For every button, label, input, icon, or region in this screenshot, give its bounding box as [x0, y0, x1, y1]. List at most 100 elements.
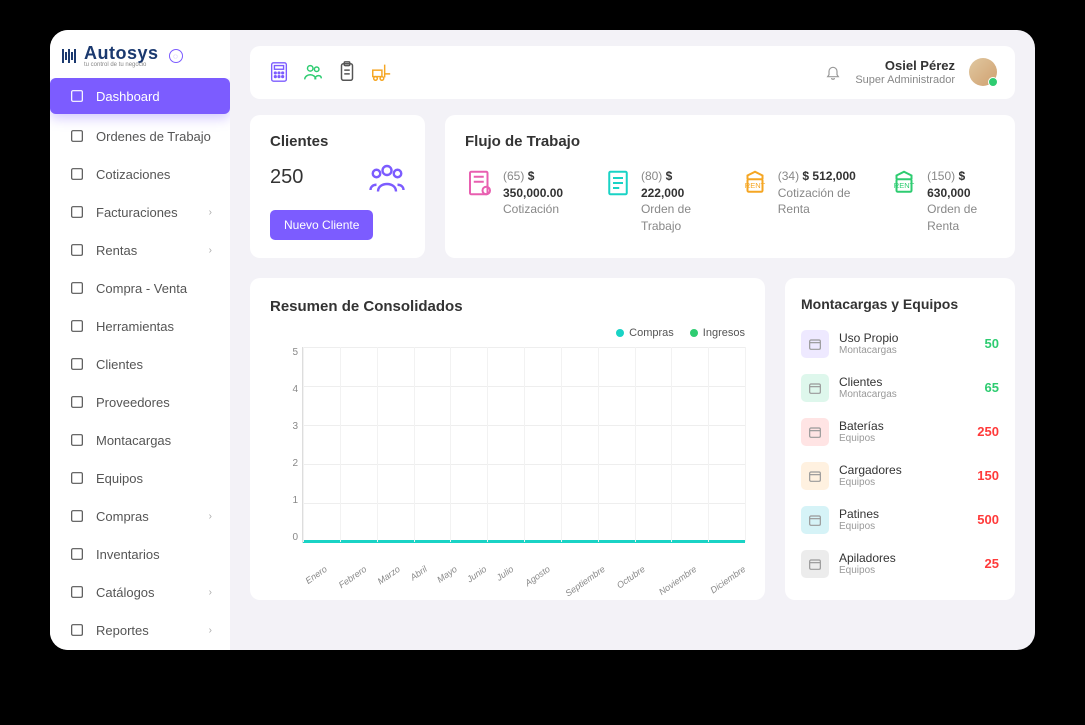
- equipment-value: 25: [985, 556, 999, 571]
- plot-area: [302, 347, 745, 543]
- clipboard-icon[interactable]: [336, 61, 358, 83]
- workflow-item: (65) $ 350,000.00Cotización: [465, 168, 579, 235]
- nav-label: Cotizaciones: [96, 167, 170, 182]
- x-tick: Noviembre: [657, 564, 698, 597]
- app-window: Autosys tu control de tu negocio ◌ Dashb…: [50, 30, 1035, 650]
- nav-icon: [68, 431, 86, 449]
- nav-item-compras[interactable]: Compras ›: [58, 498, 222, 534]
- users-icon[interactable]: [302, 61, 324, 83]
- nav-item-equipos[interactable]: Equipos: [58, 460, 222, 496]
- equipment-list: Uso PropioMontacargas50ClientesMontacarg…: [801, 326, 999, 582]
- equipment-icon: [801, 550, 829, 578]
- nav-label: Inventarios: [96, 547, 160, 562]
- chart-body: 543210 EneroFebreroMarzoAbrilMayoJunioJu…: [270, 347, 745, 567]
- nav-item-rentas[interactable]: Rentas ›: [58, 232, 222, 268]
- equipment-sub: Equipos: [839, 477, 967, 489]
- bottom-row: Resumen de Consolidados ComprasIngresos …: [250, 278, 1015, 600]
- nav-label: Facturaciones: [96, 205, 178, 220]
- x-tick: Julio: [495, 564, 516, 583]
- clients-card: Clientes 250 Nuevo Cliente: [250, 115, 425, 258]
- logo-mark-icon: [62, 49, 76, 63]
- nav-icon: [68, 87, 86, 105]
- equipment-item[interactable]: BateríasEquipos 250: [801, 414, 999, 450]
- workflow-card: Flujo de Trabajo (65) $ 350,000.00Cotiza…: [445, 115, 1015, 258]
- chart-title: Resumen de Consolidados: [270, 298, 745, 315]
- nav-label: Clientes: [96, 357, 143, 372]
- nav-icon: [68, 279, 86, 297]
- nav-icon: [68, 545, 86, 563]
- nav-icon: [68, 355, 86, 373]
- svg-text:RENT: RENT: [894, 181, 915, 190]
- equipment-name: Cargadores: [839, 463, 967, 477]
- equipment-item[interactable]: CargadoresEquipos150: [801, 458, 999, 494]
- equipment-sub: Equipos: [839, 521, 967, 533]
- new-client-button[interactable]: Nuevo Cliente: [270, 210, 373, 240]
- svg-text:RENT: RENT: [745, 181, 766, 190]
- bell-icon[interactable]: [825, 64, 841, 80]
- equipment-item[interactable]: Uso PropioMontacargas50: [801, 326, 999, 362]
- x-tick: Octubre: [615, 564, 647, 591]
- equipment-card: Montacargas y Equipos Uso PropioMontacar…: [785, 278, 1015, 600]
- nav-icon: [68, 583, 86, 601]
- nav-label: Catálogos: [96, 585, 155, 600]
- equipment-item[interactable]: PatinesEquipos500: [801, 502, 999, 538]
- calculator-icon[interactable]: [268, 61, 290, 83]
- avatar[interactable]: [969, 58, 997, 86]
- equipment-icon: [801, 330, 829, 358]
- nav-item-facturaciones[interactable]: Facturaciones›: [58, 194, 222, 230]
- equipment-sub: Montacargas: [839, 345, 975, 357]
- nav-label: Rentas: [96, 243, 137, 258]
- user-role: Super Administrador: [855, 74, 955, 87]
- chevron-right-icon: ›: [209, 245, 212, 256]
- equipment-icon: [801, 506, 829, 534]
- nav-icon: [68, 241, 86, 259]
- workflow-icon: [465, 168, 495, 198]
- nav-item-cotizaciones[interactable]: Cotizaciones: [58, 156, 222, 192]
- chevron-right-icon: ›: [209, 625, 212, 636]
- y-tick: 2: [292, 458, 298, 469]
- nav-item-ordenes-de-trabajo[interactable]: Ordenes de Trabajo: [58, 118, 222, 154]
- nav-item-herramientas[interactable]: Herramientas: [58, 308, 222, 344]
- forklift-icon[interactable]: [370, 61, 392, 83]
- workflow-item: RENT(34) $ 512,000Cotización de Renta: [740, 168, 865, 235]
- nav-label: Reportes: [96, 623, 149, 638]
- nav-item-reportes[interactable]: Reportes ›: [58, 612, 222, 648]
- equipment-name: Clientes: [839, 375, 975, 389]
- nav-item-catálogos[interactable]: Catálogos ›: [58, 574, 222, 610]
- nav-item-compra---venta[interactable]: Compra - Venta: [58, 270, 222, 306]
- equipment-value: 250: [977, 424, 999, 439]
- main-content: Osiel Pérez Super Administrador Clientes…: [230, 30, 1035, 650]
- chevron-right-icon: ›: [209, 511, 212, 522]
- nav-icon: [68, 317, 86, 335]
- nav-label: Equipos: [96, 471, 143, 486]
- x-tick: Enero: [303, 564, 328, 586]
- chevron-right-icon: ›: [209, 587, 212, 598]
- equipment-item[interactable]: ApiladoresEquipos25: [801, 546, 999, 582]
- nav-icon: [68, 621, 86, 639]
- nav-item-montacargas[interactable]: Montacargas: [58, 422, 222, 458]
- nav-item-clientes[interactable]: Clientes: [58, 346, 222, 382]
- logo[interactable]: Autosys tu control de tu negocio ◌: [50, 30, 230, 78]
- nav-icon: [68, 507, 86, 525]
- clients-title: Clientes: [270, 133, 405, 150]
- chart-legend: ComprasIngresos: [270, 327, 745, 339]
- workflow-icon: RENT: [740, 168, 770, 198]
- x-tick: Junio: [465, 564, 488, 585]
- nav-label: Dashboard: [96, 89, 160, 104]
- workflow-item: (80) $ 222,000Orden de Trabajo: [603, 168, 716, 235]
- equipment-name: Baterías: [839, 419, 967, 433]
- nav-label: Ordenes de Trabajo: [96, 129, 211, 144]
- nav-item-inventarios[interactable]: Inventarios: [58, 536, 222, 572]
- y-tick: 0: [292, 532, 298, 543]
- nav-item-proveedores[interactable]: Proveedores: [58, 384, 222, 420]
- nav-item-dashboard[interactable]: Dashboard: [50, 78, 230, 114]
- nav-icon: [68, 469, 86, 487]
- equipment-sub: Equipos: [839, 433, 967, 445]
- top-shortcut-icons: [268, 61, 392, 83]
- x-tick: Septiembre: [563, 564, 606, 599]
- clients-count: 250: [270, 166, 303, 189]
- x-tick: Abril: [408, 564, 428, 583]
- nav-label: Compras: [96, 509, 149, 524]
- equipment-item[interactable]: ClientesMontacargas65: [801, 370, 999, 406]
- user-name: Osiel Pérez: [855, 58, 955, 74]
